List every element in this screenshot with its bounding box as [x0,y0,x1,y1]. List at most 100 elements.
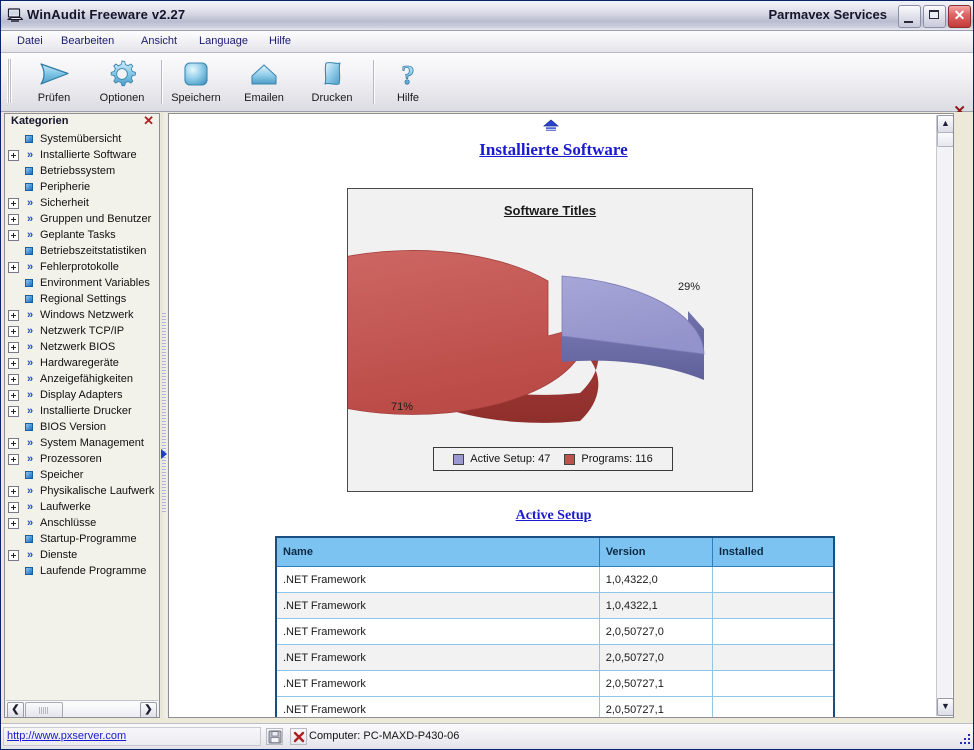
sidebar-item-laufende-programme[interactable]: Laufende Programme [6,563,156,579]
scroll-thumb[interactable] [25,702,63,717]
column-header-version[interactable]: Version [598,536,714,567]
menu-item-hilfe[interactable]: Hilfe [269,35,291,47]
expand-icon[interactable] [8,213,19,225]
legend-swatch-active-setup [453,453,465,465]
scroll-down-button[interactable]: ▼ [937,698,953,716]
sidebar-item-anschluesse[interactable]: » Anschlüsse [6,515,156,531]
table-row[interactable]: .NET Framework 1,0,4322,0 [275,566,835,593]
toolbar-button-hilfe[interactable]: ? Hilfe [377,57,439,109]
double-chevron-icon: » [26,261,33,273]
expand-icon[interactable] [8,229,19,241]
sidebar-item-physikalische-laufwerke[interactable]: » Physikalische Laufwerk [6,483,156,499]
sidebar-item-sicherheit[interactable]: » Sicherheit [6,195,156,211]
table-row[interactable]: .NET Framework 1,0,4322,1 [275,592,835,619]
sidebar-item-dienste[interactable]: » Dienste [6,547,156,563]
sidebar-item-systemuebersicht[interactable]: Systemübersicht [6,131,156,147]
sidebar-item-laufwerke[interactable]: » Laufwerke [6,499,156,515]
svg-text:?: ? [401,60,415,89]
pie-slice-programs [238,250,587,415]
toolbar-button-speichern[interactable]: Speichern [165,57,227,109]
expand-icon[interactable] [8,405,19,417]
expand-icon[interactable] [8,261,19,273]
vertical-scroll-thumb[interactable] [937,132,953,147]
expand-icon[interactable] [8,453,19,465]
section-title-active-setup[interactable]: Active Setup [169,508,938,524]
report-vertical-scrollbar[interactable]: ▲ ▼ [936,115,953,716]
menu-item-language[interactable]: Language [199,35,248,47]
toolbar-button-optionen[interactable]: Optionen [91,57,153,109]
sidebar-item-geplante-tasks[interactable]: » Geplante Tasks [6,227,156,243]
expand-icon[interactable] [8,309,19,321]
sidebar-item-installierte-drucker[interactable]: » Installierte Drucker [6,403,156,419]
expand-icon[interactable] [8,341,19,353]
table-row[interactable]: .NET Framework 2,0,50727,0 [275,618,835,645]
expand-icon[interactable] [8,373,19,385]
double-chevron-icon: » [26,485,33,497]
sidebar-item-bios-version[interactable]: BIOS Version [6,419,156,435]
sidebar-item-fehlerprotokolle[interactable]: » Fehlerprotokolle [6,259,156,275]
expand-icon[interactable] [8,549,19,561]
sidebar-item-netzwerk-bios[interactable]: » Netzwerk BIOS [6,339,156,355]
sidebar-item-peripherie[interactable]: Peripherie [6,179,156,195]
sidebar-item-speicher[interactable]: Speicher [6,467,156,483]
expand-icon[interactable] [8,437,19,449]
expand-icon[interactable] [8,149,19,161]
toolbar-button-drucken[interactable]: Drucken [301,57,363,109]
sidebar-item-betriebssystem[interactable]: Betriebssystem [6,163,156,179]
window-title: WinAudit Freeware v2.27 [27,7,186,22]
cell-name: .NET Framework [275,618,600,645]
expand-icon[interactable] [8,357,19,369]
sidebar-item-display-adapters[interactable]: » Display Adapters [6,387,156,403]
red-x-icon[interactable] [290,728,307,745]
menu-item-datei[interactable]: Datei [17,35,43,47]
column-header-installed[interactable]: Installed [712,536,835,567]
eject-top-icon[interactable] [542,119,560,133]
sidebar-item-prozessoren[interactable]: » Prozessoren [6,451,156,467]
sidebar-item-anzeigefaehigkeiten[interactable]: » Anzeigefähigkeiten [6,371,156,387]
expand-icon[interactable] [8,517,19,529]
sidebar-item-gruppen-und-benutzer[interactable]: » Gruppen und Benutzer [6,211,156,227]
table-row[interactable]: .NET Framework 2,0,50727,1 [275,670,835,697]
sidebar-item-installierte-software[interactable]: » Installierte Software [6,147,156,163]
expand-icon[interactable] [8,197,19,209]
floppy-disk-icon[interactable] [266,728,283,745]
pane-splitter[interactable] [161,113,167,718]
menu-item-bearbeiten[interactable]: Bearbeiten [61,35,114,47]
scroll-left-button[interactable]: ❮ [7,702,24,717]
toolbar-button-pruefen[interactable]: Prüfen [23,57,85,109]
sidebar-item-system-management[interactable]: » System Management [6,435,156,451]
maximize-button[interactable] [923,5,946,28]
status-website-link[interactable]: http://www.pxserver.com [7,730,126,742]
expand-icon[interactable] [8,485,19,497]
sidebar-horizontal-scrollbar[interactable]: ❮ ❯ [6,700,158,717]
sidebar-item-startup-programme[interactable]: Startup-Programme [6,531,156,547]
table-row[interactable]: .NET Framework 2,0,50727,1 [275,696,835,717]
page-title[interactable]: Installierte Software [169,140,938,160]
scroll-right-button[interactable]: ❯ [140,702,157,717]
sidebar-item-environment-variables[interactable]: Environment Variables [6,275,156,291]
splitter-expand-arrow-icon[interactable] [161,449,167,459]
cell-installed [712,592,835,619]
close-button[interactable]: ✕ [948,5,971,28]
toolbar-button-emailen[interactable]: Emailen [233,57,295,109]
minimize-button[interactable] [898,5,921,28]
sidebar-item-netzwerk-tcpip[interactable]: » Netzwerk TCP/IP [6,323,156,339]
scroll-up-button[interactable]: ▲ [937,115,953,133]
toolbar-grip[interactable] [7,59,12,103]
category-list[interactable]: Systemübersicht » Installierte Software B… [6,131,156,701]
resize-grip[interactable] [959,733,972,746]
sidebar-item-regional-settings[interactable]: Regional Settings [6,291,156,307]
table-row[interactable]: .NET Framework 2,0,50727,0 [275,644,835,671]
sidebar-item-hardwaregeraete[interactable]: » Hardwaregeräte [6,355,156,371]
double-chevron-icon: » [26,309,33,321]
toolbar-label-pruefen: Prüfen [37,92,71,104]
expand-icon[interactable] [8,501,19,513]
sidebar-item-windows-netzwerk[interactable]: » Windows Netzwerk [6,307,156,323]
column-header-name[interactable]: Name [275,536,600,567]
sidebar-item-label: Startup-Programme [40,533,137,545]
sidebar-item-betriebszeitstatistiken[interactable]: Betriebszeitstatistiken [6,243,156,259]
menu-item-ansicht[interactable]: Ansicht [141,35,177,47]
sidebar-close-icon[interactable]: ✕ [143,114,154,128]
expand-icon[interactable] [8,325,19,337]
expand-icon[interactable] [8,389,19,401]
